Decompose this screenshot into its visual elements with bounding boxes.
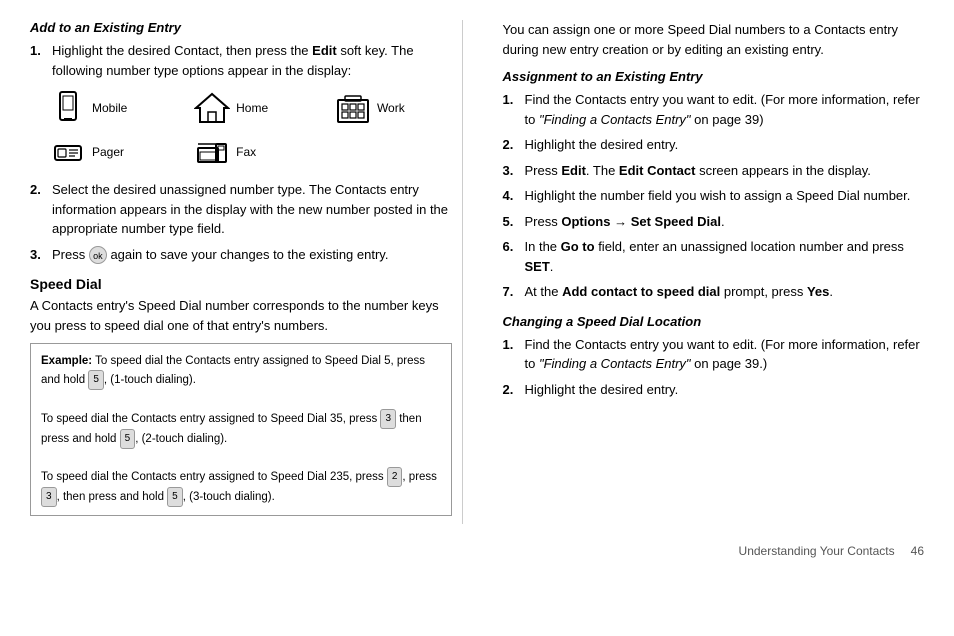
right-column: You can assign one or more Speed Dial nu…	[493, 20, 925, 524]
mobile-label: Mobile	[92, 101, 127, 115]
key-3b: 3	[41, 487, 57, 507]
key-5: 5	[88, 370, 104, 390]
assign-step-7-text: At the Add contact to speed dial prompt,…	[525, 282, 834, 302]
assignment-step-2: 2. Highlight the desired entry.	[503, 135, 925, 155]
changing-title: Changing a Speed Dial Location	[503, 314, 925, 329]
example-line-2: To speed dial the Contacts entry assigne…	[41, 413, 422, 445]
assignment-step-7: 7. At the Add contact to speed dial prom…	[503, 282, 925, 302]
key-5b: 5	[120, 429, 136, 449]
speed-dial-title: Speed Dial	[30, 276, 452, 292]
add-entry-title: Add to an Existing Entry	[30, 20, 452, 35]
assign-step-3-text: Press Edit. The Edit Contact screen appe…	[525, 161, 871, 181]
assignment-title: Assignment to an Existing Entry	[503, 69, 925, 84]
home-icon-item: Home	[194, 90, 315, 126]
example-line-3: To speed dial the Contacts entry assigne…	[41, 471, 437, 503]
step-2: 2. Select the desired unassigned number …	[30, 180, 452, 239]
fax-icon	[194, 134, 230, 170]
assign-step-1-num: 1.	[503, 90, 519, 129]
assign-step-1-text: Find the Contacts entry you want to edit…	[525, 90, 925, 129]
assignment-step-5: 5. Press Options → Set Speed Dial.	[503, 212, 925, 232]
assignment-step-6: 6. In the Go to field, enter an unassign…	[503, 237, 925, 276]
key-3: 3	[380, 409, 396, 429]
right-intro: You can assign one or more Speed Dial nu…	[503, 20, 925, 59]
example-box: Example: To speed dial the Contacts entr…	[30, 343, 452, 516]
work-label: Work	[377, 101, 405, 115]
assign-step-4-num: 4.	[503, 186, 519, 206]
page-number: 46	[911, 544, 924, 558]
assign-step-7-num: 7.	[503, 282, 519, 302]
footer: Understanding Your Contacts 46	[30, 544, 924, 558]
changing-step-2-text: Highlight the desired entry.	[525, 380, 679, 400]
speed-dial-intro: A Contacts entry's Speed Dial number cor…	[30, 296, 452, 335]
mobile-icon	[50, 90, 86, 126]
changing-step-2-num: 2.	[503, 380, 519, 400]
assign-step-3-num: 3.	[503, 161, 519, 181]
assign-step-6-text: In the Go to field, enter an unassigned …	[525, 237, 925, 276]
home-icon	[194, 90, 230, 126]
assign-step-6-num: 6.	[503, 237, 519, 276]
changing-step-2: 2. Highlight the desired entry.	[503, 380, 925, 400]
assignment-step-1: 1. Find the Contacts entry you want to e…	[503, 90, 925, 129]
left-column: Add to an Existing Entry 1. Highlight th…	[30, 20, 463, 524]
step-1: 1. Highlight the desired Contact, then p…	[30, 41, 452, 80]
footer-label: Understanding Your Contacts	[739, 544, 895, 558]
ok-button-icon: ok	[89, 246, 107, 264]
assignment-step-3: 3. Press Edit. The Edit Contact screen a…	[503, 161, 925, 181]
fax-label: Fax	[236, 145, 256, 159]
pager-icon-item: Pager	[50, 134, 174, 170]
step-3-text: Press ok again to save your changes to t…	[52, 245, 388, 265]
key-5c: 5	[167, 487, 183, 507]
step-3: 3. Press ok again to save your changes t…	[30, 245, 452, 265]
home-label: Home	[236, 101, 268, 115]
assign-step-5-text: Press Options → Set Speed Dial.	[525, 212, 725, 232]
example-label: Example:	[41, 355, 92, 367]
assign-step-4-text: Highlight the number field you wish to a…	[525, 186, 911, 206]
example-line-1: To speed dial the Contacts entry assigne…	[41, 355, 425, 386]
assign-step-2-text: Highlight the desired entry.	[525, 135, 679, 155]
step-2-text: Select the desired unassigned number typ…	[52, 180, 452, 239]
step-3-num: 3.	[30, 245, 46, 265]
pager-label: Pager	[92, 145, 124, 159]
work-icon	[335, 90, 371, 126]
changing-step-1-text: Find the Contacts entry you want to edit…	[525, 335, 925, 374]
step-2-num: 2.	[30, 180, 46, 239]
pager-icon	[50, 134, 86, 170]
assign-step-2-num: 2.	[503, 135, 519, 155]
step-1-num: 1.	[30, 41, 46, 80]
mobile-icon-item: Mobile	[50, 90, 174, 126]
fax-icon-item: Fax	[194, 134, 315, 170]
changing-step-1-num: 1.	[503, 335, 519, 374]
number-type-icons: Mobile Home	[50, 90, 452, 170]
changing-step-1: 1. Find the Contacts entry you want to e…	[503, 335, 925, 374]
work-icon-item: Work	[335, 90, 452, 126]
assignment-step-4: 4. Highlight the number field you wish t…	[503, 186, 925, 206]
step-1-text: Highlight the desired Contact, then pres…	[52, 41, 452, 80]
key-2: 2	[387, 467, 403, 487]
assign-step-5-num: 5.	[503, 212, 519, 232]
